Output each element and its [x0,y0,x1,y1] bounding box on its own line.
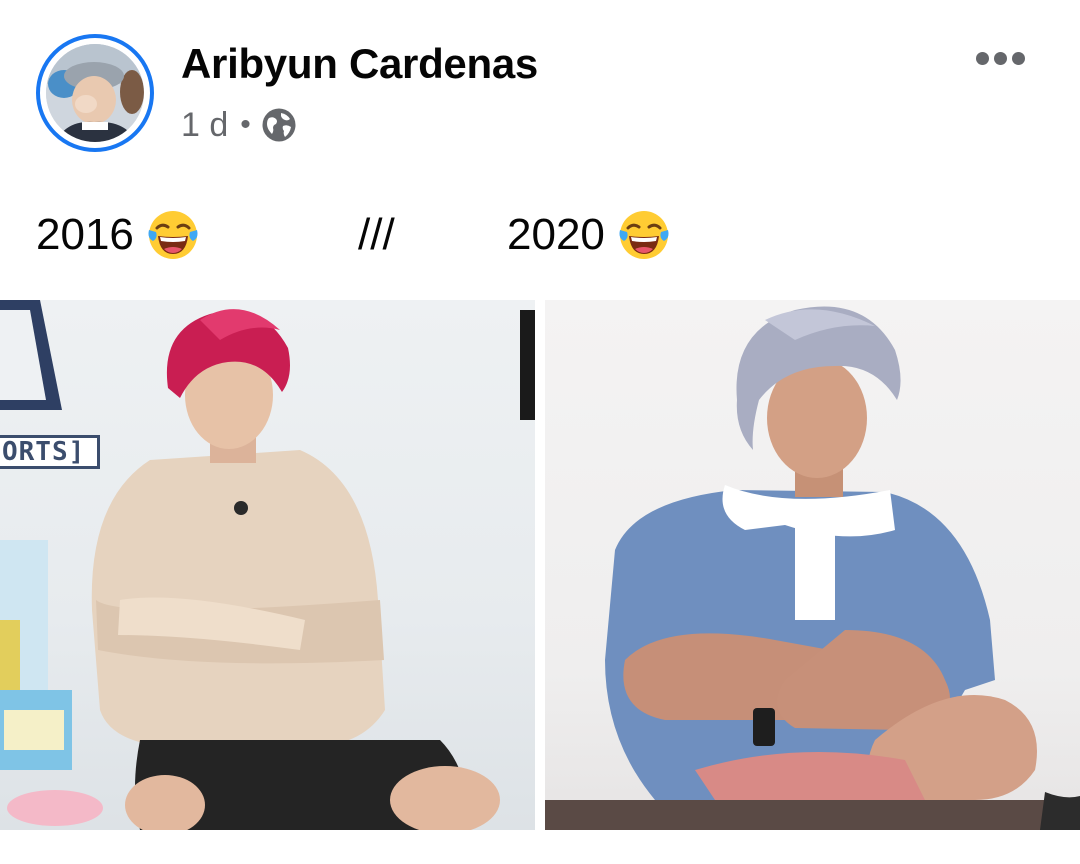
author-avatar-story-ring[interactable] [36,34,154,152]
dot-icon [975,51,989,65]
tears-of-joy-emoji-icon [619,211,669,259]
post-timestamp[interactable]: 1 d [181,106,228,145]
post-bottom-spacer [0,830,1080,864]
meta-separator: • [240,108,251,141]
avatar-image [46,44,144,142]
photo-2016-image [0,300,535,830]
globe-icon[interactable] [261,107,297,143]
author-name[interactable]: Aribyun Cardenas [181,40,538,88]
post-header: Aribyun Cardenas 1 d • [0,0,1080,180]
caption-divider: /// [358,205,395,265]
caption-slashes: /// [358,210,395,259]
post-meta: 1 d • [181,105,297,145]
dot-icon [993,51,1007,65]
avatar[interactable] [46,44,144,142]
caption-right: 2020 [507,205,671,265]
caption-year-2016: 2016 [36,210,134,259]
post-photo-2016[interactable]: ORTS] [0,300,535,830]
tears-of-joy-emoji-icon [148,211,198,259]
post-photo-2020[interactable] [545,300,1080,830]
photo-background-sign-text: ORTS] [0,435,100,469]
caption-left: 2016 [36,205,200,265]
caption-year-2020: 2020 [507,210,605,259]
more-options-button[interactable] [966,40,1034,76]
dot-icon [1011,51,1025,65]
photo-2020-image [545,306,1080,830]
